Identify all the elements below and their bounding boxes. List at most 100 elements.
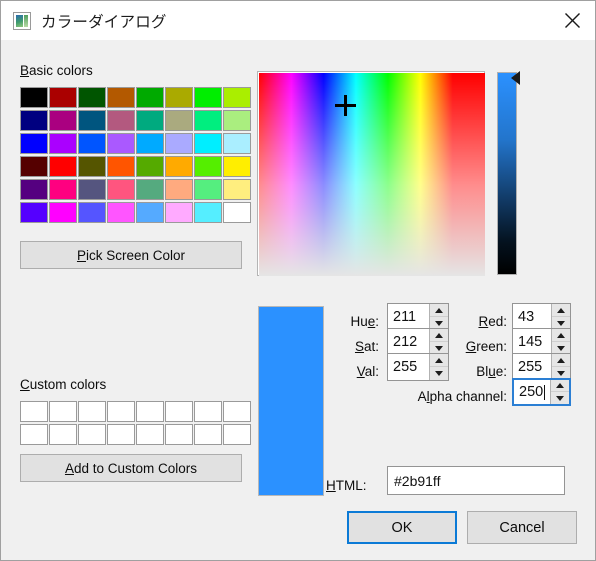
basic-color-swatch[interactable] [136, 202, 164, 223]
basic-color-swatch[interactable] [78, 202, 106, 223]
custom-color-swatch[interactable] [107, 401, 135, 422]
hue-value[interactable]: 211 [388, 304, 429, 330]
alpha-spin-up-icon[interactable] [551, 380, 569, 392]
alpha-value-wrap[interactable]: 250 [514, 380, 550, 404]
custom-color-swatch[interactable] [107, 424, 135, 445]
blue-spinbox[interactable]: 255 [512, 353, 571, 381]
basic-color-swatch[interactable] [194, 110, 222, 131]
custom-color-swatch[interactable] [49, 424, 77, 445]
basic-color-swatch[interactable] [223, 133, 251, 154]
basic-color-swatch[interactable] [78, 87, 106, 108]
custom-color-swatch[interactable] [223, 401, 251, 422]
red-spin-up-icon[interactable] [552, 304, 570, 317]
basic-color-swatch[interactable] [194, 87, 222, 108]
custom-colors-grid[interactable] [20, 401, 251, 445]
basic-color-swatch[interactable] [136, 87, 164, 108]
alpha-spin-down-icon[interactable] [551, 392, 569, 404]
basic-color-swatch[interactable] [20, 179, 48, 200]
basic-color-swatch[interactable] [107, 156, 135, 177]
basic-color-swatch[interactable] [136, 110, 164, 131]
alpha-spinbox[interactable]: 250 [512, 378, 571, 406]
basic-color-swatch[interactable] [223, 110, 251, 131]
custom-color-swatch[interactable] [78, 401, 106, 422]
alpha-spin-buttons[interactable] [550, 380, 569, 404]
basic-color-swatch[interactable] [223, 156, 251, 177]
custom-color-swatch[interactable] [136, 424, 164, 445]
value-slider-track[interactable] [497, 72, 517, 275]
add-to-custom-colors-button[interactable]: Add to Custom Colors [20, 454, 242, 482]
basic-color-swatch[interactable] [20, 156, 48, 177]
pick-screen-color-button[interactable]: Pick Screen Color [20, 241, 242, 269]
basic-color-swatch[interactable] [20, 202, 48, 223]
hue-saturation-picker[interactable] [257, 71, 485, 276]
green-spin-up-icon[interactable] [552, 329, 570, 342]
blue-label-mnemonic: u [488, 364, 496, 379]
sat-value[interactable]: 212 [388, 329, 429, 355]
custom-color-swatch[interactable] [136, 401, 164, 422]
cancel-button[interactable]: Cancel [467, 511, 577, 544]
custom-color-swatch[interactable] [165, 424, 193, 445]
basic-color-swatch[interactable] [78, 156, 106, 177]
basic-color-swatch[interactable] [223, 179, 251, 200]
green-spin-buttons[interactable] [551, 329, 570, 355]
basic-color-swatch[interactable] [49, 202, 77, 223]
value-slider-handle-icon[interactable] [511, 71, 520, 85]
val-value[interactable]: 255 [388, 354, 429, 380]
basic-color-swatch[interactable] [223, 87, 251, 108]
basic-color-swatch[interactable] [165, 202, 193, 223]
blue-spin-up-icon[interactable] [552, 354, 570, 367]
alpha-value[interactable]: 250 [519, 384, 543, 400]
red-value[interactable]: 43 [513, 304, 551, 330]
basic-color-swatch[interactable] [194, 202, 222, 223]
basic-color-swatch[interactable] [107, 110, 135, 131]
basic-color-swatch[interactable] [194, 156, 222, 177]
basic-color-swatch[interactable] [223, 202, 251, 223]
basic-color-swatch[interactable] [165, 133, 193, 154]
custom-color-swatch[interactable] [165, 401, 193, 422]
value-slider[interactable] [497, 71, 520, 276]
basic-color-swatch[interactable] [136, 133, 164, 154]
hue-saturation-gradient[interactable] [259, 73, 485, 276]
basic-color-swatch[interactable] [49, 133, 77, 154]
basic-color-swatch[interactable] [194, 179, 222, 200]
custom-color-swatch[interactable] [20, 424, 48, 445]
basic-color-swatch[interactable] [20, 133, 48, 154]
basic-color-swatch[interactable] [78, 179, 106, 200]
basic-color-swatch[interactable] [107, 87, 135, 108]
close-icon[interactable] [549, 1, 595, 39]
green-value[interactable]: 145 [513, 329, 551, 355]
basic-color-swatch[interactable] [107, 133, 135, 154]
blue-spin-buttons[interactable] [551, 354, 570, 380]
green-label-mnemonic: G [465, 339, 477, 354]
basic-color-swatch[interactable] [49, 87, 77, 108]
custom-color-swatch[interactable] [194, 401, 222, 422]
red-spin-buttons[interactable] [551, 304, 570, 330]
basic-color-swatch[interactable] [78, 133, 106, 154]
custom-color-swatch[interactable] [223, 424, 251, 445]
basic-color-swatch[interactable] [194, 133, 222, 154]
basic-color-swatch[interactable] [136, 156, 164, 177]
basic-color-swatch[interactable] [20, 87, 48, 108]
red-spinbox[interactable]: 43 [512, 303, 571, 331]
blue-value[interactable]: 255 [513, 354, 551, 380]
basic-color-swatch[interactable] [165, 156, 193, 177]
basic-color-swatch[interactable] [49, 110, 77, 131]
custom-color-swatch[interactable] [78, 424, 106, 445]
custom-color-swatch[interactable] [20, 401, 48, 422]
custom-color-swatch[interactable] [49, 401, 77, 422]
basic-color-swatch[interactable] [20, 110, 48, 131]
basic-color-swatch[interactable] [165, 179, 193, 200]
basic-color-swatch[interactable] [49, 179, 77, 200]
basic-colors-grid[interactable] [20, 87, 251, 223]
basic-color-swatch[interactable] [107, 202, 135, 223]
green-spinbox[interactable]: 145 [512, 328, 571, 356]
basic-color-swatch[interactable] [107, 179, 135, 200]
basic-color-swatch[interactable] [49, 156, 77, 177]
custom-color-swatch[interactable] [194, 424, 222, 445]
html-hex-input[interactable]: #2b91ff [387, 466, 565, 495]
basic-color-swatch[interactable] [165, 110, 193, 131]
ok-button[interactable]: OK [347, 511, 457, 544]
basic-color-swatch[interactable] [165, 87, 193, 108]
basic-color-swatch[interactable] [78, 110, 106, 131]
basic-color-swatch[interactable] [136, 179, 164, 200]
